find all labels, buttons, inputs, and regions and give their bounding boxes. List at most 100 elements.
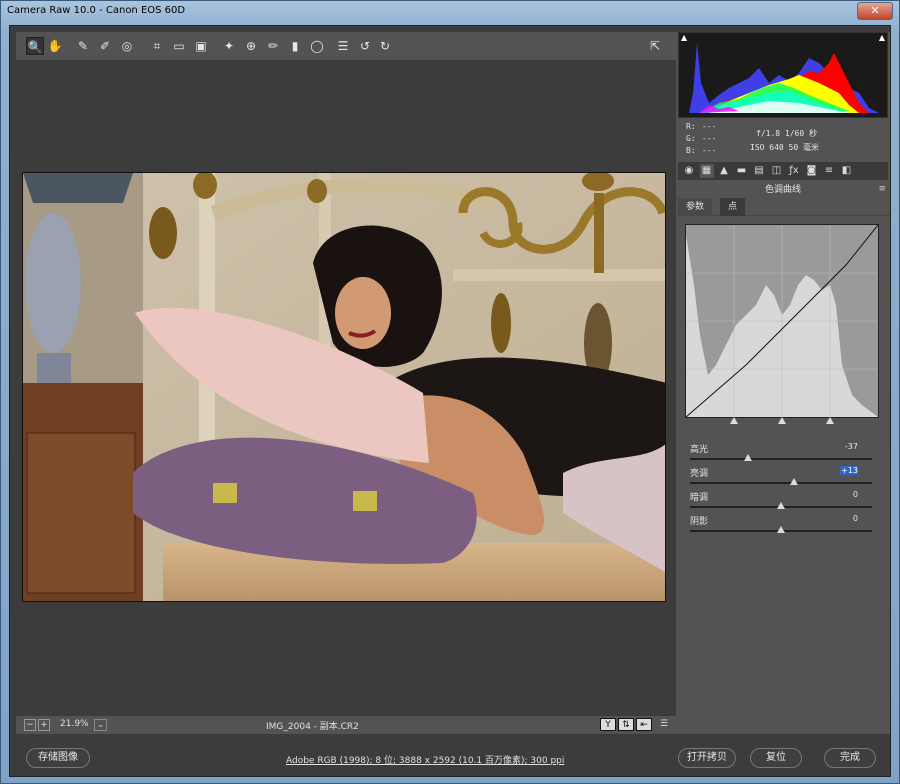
reset-button[interactable]: 复位 (750, 748, 802, 768)
fullscreen-button[interactable]: ⇱ (646, 37, 664, 55)
slider-track[interactable] (690, 482, 872, 484)
tab-point[interactable]: 点 (720, 198, 746, 216)
tab-camera-calibration[interactable]: ◙ (805, 164, 819, 178)
tab-hsl[interactable]: ▬ (735, 164, 749, 178)
rotate-left-icon: ↺ (359, 39, 371, 53)
split-toning-icon: ▤ (754, 165, 764, 176)
b-value: --- (702, 146, 717, 155)
iso-focal: ISO 640 50 毫米 (750, 143, 819, 152)
slider-thumb[interactable] (777, 526, 785, 533)
tone-curve-svg (685, 224, 879, 418)
white-balance-tool[interactable]: ✎ (74, 37, 92, 55)
slider-value-input[interactable]: 0 (828, 514, 858, 523)
spot-removal-tool[interactable]: ✦ (220, 37, 238, 55)
dialog-body: 🔍 ✋ ✎ ✐ ◎ ⌗ ▭ ▣ ✦ ⊕ ✏ ▮ ◯ ☰ ↺ ↻ ⇱ − + 21… (9, 25, 891, 777)
fullscreen-icon: ⇱ (649, 39, 661, 53)
zoom-out-button[interactable]: − (24, 719, 36, 731)
panel-menu-icon[interactable]: ≡ (878, 184, 886, 194)
color-sampler-icon: ✐ (99, 39, 111, 53)
swap-settings-button[interactable]: ⇅ (618, 718, 634, 731)
tab-parametric-label: 参数 (686, 202, 705, 212)
slider-value-input[interactable]: -37 (828, 442, 858, 451)
graduated-filter-icon: ▮ (291, 39, 299, 53)
split-highlights-handle[interactable] (826, 417, 834, 424)
red-eye-icon: ⊕ (245, 39, 257, 53)
tab-parametric[interactable]: 参数 (678, 198, 713, 216)
tab-effects[interactable]: ƒx (787, 164, 801, 178)
curve-subtabs: 参数 点 (676, 198, 890, 216)
status-bar: − + 21.9% ⌄ IMG_2004 - 副本.CR2 Y ⇅ ⇤ ☰ (16, 716, 678, 734)
tab-basic[interactable]: ◉ (682, 164, 696, 178)
crop-tool[interactable]: ⌗ (148, 37, 166, 55)
white-balance-icon: ✎ (77, 39, 89, 53)
photo-illustration (23, 173, 665, 601)
toolbar: 🔍 ✋ ✎ ✐ ◎ ⌗ ▭ ▣ ✦ ⊕ ✏ ▮ ◯ ☰ ↺ ↻ ⇱ (16, 32, 678, 60)
sliders-icon: ☰ (659, 719, 669, 729)
window-title: Camera Raw 10.0 - Canon EOS 60D (7, 5, 186, 16)
rotate-right-tool[interactable]: ↻ (376, 37, 394, 55)
aperture-shutter: f/1.8 1/60 秒 (756, 129, 817, 138)
y-view-icon: Y (605, 720, 611, 730)
slider-thumb[interactable] (777, 502, 785, 509)
zoom-level: 21.9% (60, 719, 89, 729)
close-icon: ✕ (870, 4, 880, 17)
histogram: ▲ ▲ (678, 32, 888, 118)
b-label: B: (686, 146, 696, 155)
tab-lens[interactable]: ◫ (770, 164, 784, 178)
panel-title: 色调曲线 ≡ (676, 182, 890, 196)
slider-label: 暗调 (690, 493, 709, 503)
spot-removal-icon: ✦ (223, 39, 235, 53)
open-copy-button[interactable]: 打开拷贝 (678, 748, 736, 768)
zoom-in-button[interactable]: + (38, 719, 50, 731)
straighten-tool[interactable]: ▭ (170, 37, 188, 55)
slider-thumb[interactable] (789, 478, 798, 485)
color-sampler-tool[interactable]: ✐ (96, 37, 114, 55)
red-eye-tool[interactable]: ⊕ (242, 37, 260, 55)
zoom-icon: 🔍 (27, 40, 43, 54)
zoom-tool[interactable]: 🔍 (26, 37, 44, 55)
hsl-icon: ▬ (736, 165, 747, 176)
target-adjust-tool[interactable]: ◎ (118, 37, 136, 55)
bottom-bar: 存储图像 Adobe RGB (1998); 8 位; 3888 x 2592 … (10, 734, 890, 776)
graduated-filter-tool[interactable]: ▮ (286, 37, 304, 55)
radial-filter-tool[interactable]: ◯ (308, 37, 326, 55)
histogram-graph (689, 43, 879, 113)
hand-icon: ✋ (47, 39, 63, 53)
image-preview[interactable] (22, 172, 666, 602)
camera-calibration-icon: ◙ (806, 165, 817, 176)
split-shadows-handle[interactable] (730, 417, 738, 424)
done-button[interactable]: 完成 (824, 748, 876, 768)
minus-icon: − (26, 720, 34, 730)
slider-thumb[interactable] (744, 454, 753, 461)
before-after-view-button[interactable]: Y (600, 718, 616, 731)
effects-icon: ƒx (789, 165, 799, 176)
crop-icon: ⌗ (153, 39, 161, 53)
straighten-icon: ▭ (173, 39, 185, 53)
toggle-settings-button[interactable]: ☰ (656, 718, 672, 731)
adjustment-brush-tool[interactable]: ✏ (264, 37, 282, 55)
slider-value-input[interactable]: +13 (840, 466, 858, 475)
save-image-button[interactable]: 存储图像 (26, 748, 90, 768)
presets-icon: ≡ (824, 165, 834, 176)
zoom-dropdown[interactable]: ⌄ (94, 719, 107, 731)
preview-area[interactable] (16, 60, 678, 714)
hand-tool[interactable]: ✋ (46, 37, 64, 55)
tab-presets[interactable]: ≡ (822, 164, 836, 178)
tab-tone-curve[interactable]: ▦ (699, 164, 714, 178)
tab-split-toning[interactable]: ▤ (752, 164, 766, 178)
slider-label: 高光 (690, 445, 709, 455)
copy-settings-button[interactable]: ⇤ (636, 718, 652, 731)
tone-curve-graph[interactable] (685, 224, 879, 424)
workflow-options-link[interactable]: Adobe RGB (1998); 8 位; 3888 x 2592 (10.1… (286, 753, 564, 766)
split-midtones-handle[interactable] (778, 417, 786, 424)
rotate-left-tool[interactable]: ↺ (356, 37, 374, 55)
preferences-tool[interactable]: ☰ (334, 37, 352, 55)
save-image-label: 存储图像 (38, 752, 78, 763)
close-button[interactable]: ✕ (857, 2, 893, 20)
tab-detail[interactable]: ▲ (717, 164, 731, 178)
target-adjust-icon: ◎ (121, 39, 133, 53)
tab-snapshots[interactable]: ◧ (840, 164, 854, 178)
slider-value-input[interactable]: 0 (828, 490, 858, 499)
slider-track[interactable] (690, 458, 872, 460)
transform-tool[interactable]: ▣ (192, 37, 210, 55)
